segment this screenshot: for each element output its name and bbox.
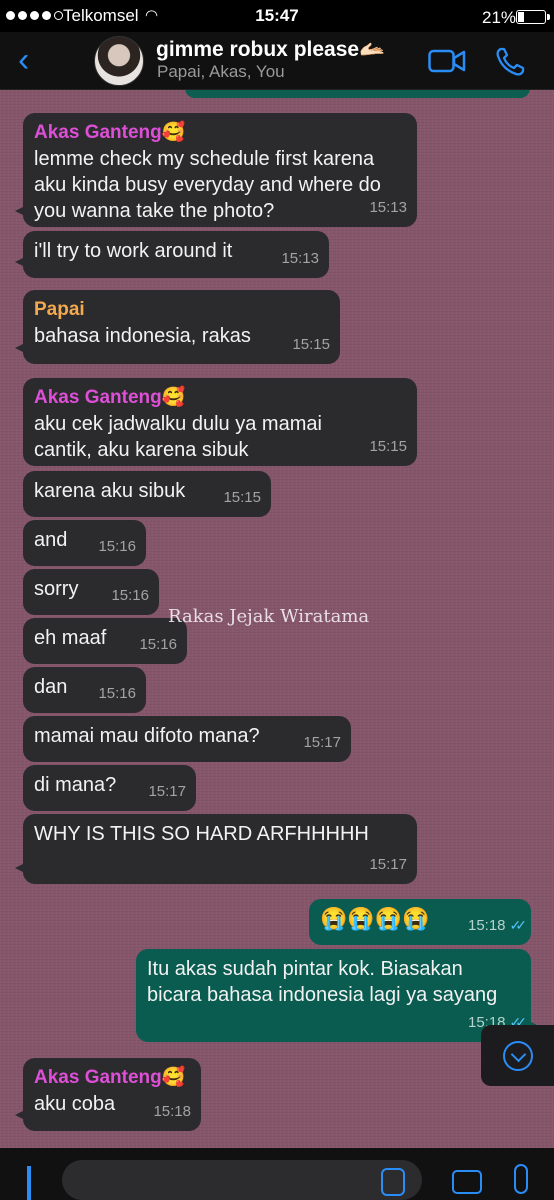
back-chevron-icon[interactable]: ‹ bbox=[18, 40, 29, 80]
message-text: and bbox=[34, 529, 68, 551]
message-bubble-outgoing[interactable]: 😭😭😭😭 15:18 ✓✓ bbox=[309, 899, 531, 945]
mic-icon[interactable] bbox=[514, 1164, 528, 1194]
message-text: sorry bbox=[34, 578, 79, 600]
message-text: aku cek jadwalku dulu ya mamai cantik, a… bbox=[34, 413, 322, 461]
message-time: 15:13 bbox=[281, 250, 319, 267]
message-bubble-outgoing[interactable]: Itu akas sudah pintar kok. Biasakan bica… bbox=[136, 949, 539, 1042]
message-time-value: 15:18 bbox=[467, 917, 506, 934]
message-bubble[interactable]: di mana? 15:17 bbox=[23, 765, 196, 811]
message-text: aku coba bbox=[34, 1093, 116, 1115]
message-sender: Akas Ganteng🥰 bbox=[34, 1067, 186, 1088]
message-time: 15:18 bbox=[153, 1103, 191, 1120]
chat-header: ‹ gimme robux please🫴🏻 Papai, Akas, You bbox=[0, 32, 554, 90]
camera-icon[interactable] bbox=[452, 1170, 482, 1194]
message-bubble[interactable]: dan 15:16 bbox=[23, 667, 146, 713]
message-time: 15:15 bbox=[369, 438, 407, 455]
battery-icon bbox=[516, 10, 550, 24]
sticker-icon[interactable] bbox=[381, 1168, 405, 1196]
message-input[interactable] bbox=[62, 1160, 422, 1200]
message-bubble[interactable]: eh maaf 15:16 bbox=[23, 618, 187, 664]
message-bubble[interactable]: karena aku sibuk 15:15 bbox=[23, 471, 271, 517]
message-input-bar bbox=[0, 1148, 554, 1200]
message-sender: Papai bbox=[34, 299, 85, 320]
status-bar: Telkomsel ◠ 15:47 21% bbox=[0, 0, 554, 32]
message-time: 15:16 bbox=[139, 636, 177, 653]
message-text: karena aku sibuk bbox=[34, 480, 186, 502]
message-time: 15:17 bbox=[369, 856, 407, 873]
message-text: Itu akas sudah pintar kok. Biasakan bica… bbox=[147, 958, 498, 1006]
message-bubble[interactable]: Akas Ganteng🥰 aku coba 15:18 bbox=[15, 1058, 201, 1131]
group-avatar[interactable] bbox=[94, 36, 144, 86]
plus-icon[interactable] bbox=[27, 1166, 31, 1200]
message-bubble[interactable]: sorry 15:16 bbox=[23, 569, 159, 615]
message-sender: Akas Ganteng🥰 bbox=[34, 387, 186, 408]
message-bubble[interactable]: mamai mau difoto mana? 15:17 bbox=[23, 716, 351, 762]
message-time: 15:16 bbox=[98, 538, 136, 555]
message-time: 15:15 bbox=[292, 336, 330, 353]
group-title[interactable]: gimme robux please🫴🏻 bbox=[156, 38, 385, 62]
message-bubble[interactable]: WHY IS THIS SO HARD ARFHHHHH 15:17 bbox=[15, 814, 417, 884]
message-text: WHY IS THIS SO HARD ARFHHHHH bbox=[34, 823, 369, 845]
message-bubble[interactable]: i'll try to work around it 15:13 bbox=[15, 231, 329, 278]
message-time: 15:15 bbox=[223, 489, 261, 506]
message-bubble[interactable]: Akas Ganteng🥰 aku cek jadwalku dulu ya m… bbox=[23, 378, 417, 466]
message-text: dan bbox=[34, 676, 68, 698]
status-time: 15:47 bbox=[255, 6, 299, 25]
message-time: 15:17 bbox=[148, 783, 186, 800]
message-text: di mana? bbox=[34, 774, 117, 796]
message-bubble[interactable]: Papai bahasa indonesia, rakas 15:15 bbox=[15, 290, 340, 364]
battery-percent: 21% bbox=[482, 8, 517, 27]
message-time: 15:16 bbox=[98, 685, 136, 702]
scroll-to-bottom-button[interactable] bbox=[481, 1025, 554, 1086]
message-time: 15:13 bbox=[369, 199, 407, 216]
message-text: 😭😭😭😭 bbox=[320, 906, 430, 931]
group-members[interactable]: Papai, Akas, You bbox=[157, 62, 285, 82]
message-sender: Akas Ganteng🥰 bbox=[34, 122, 186, 143]
message-time: 15:18 ✓✓ bbox=[467, 912, 528, 939]
video-call-icon[interactable] bbox=[428, 48, 466, 74]
message-text: eh maaf bbox=[34, 627, 107, 649]
message-text: lemme check my schedule first karena aku… bbox=[34, 148, 381, 222]
message-time: 15:16 bbox=[111, 587, 149, 604]
phone-icon[interactable] bbox=[494, 46, 526, 78]
scroll-down-icon bbox=[503, 1041, 533, 1071]
message-text: mamai mau difoto mana? bbox=[34, 725, 260, 747]
read-ticks-icon: ✓✓ bbox=[509, 917, 528, 933]
message-text: i'll try to work around it bbox=[34, 240, 233, 262]
message-text: bahasa indonesia, rakas bbox=[34, 325, 251, 347]
watermark-text: Rakas Jejak Wiratama bbox=[168, 606, 370, 627]
message-bubble[interactable]: Akas Ganteng🥰 lemme check my schedule fi… bbox=[15, 113, 417, 227]
message-time: 15:17 bbox=[303, 734, 341, 751]
message-bubble[interactable]: and 15:16 bbox=[23, 520, 146, 566]
